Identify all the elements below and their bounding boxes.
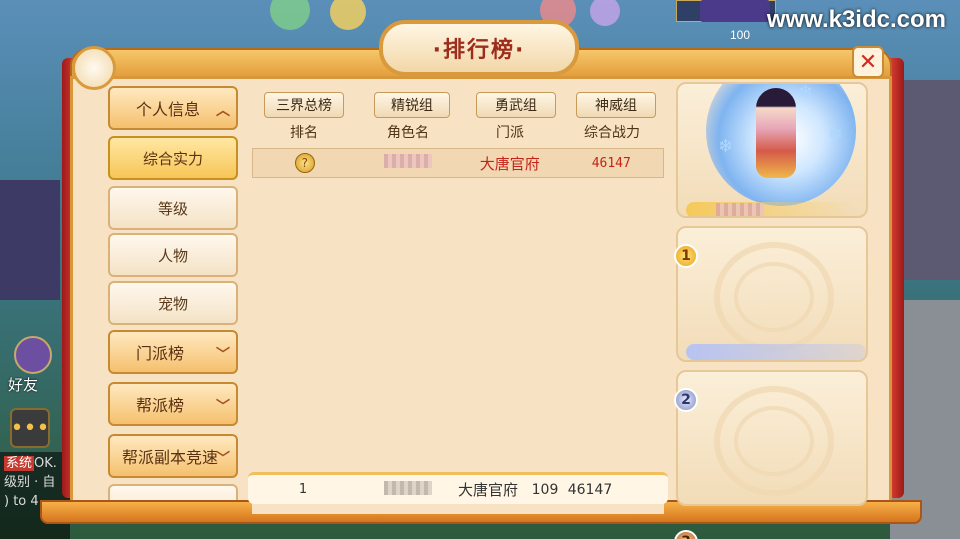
chevron-down-icon: ﹀: [216, 451, 230, 467]
sidebar-category-guild[interactable]: 帮派榜 ﹀: [108, 382, 238, 426]
sidebar-category-guild-raid[interactable]: 帮派副本竞速 ﹀: [108, 434, 238, 478]
unranked-medal-icon: ?: [294, 153, 315, 173]
column-header-sect: 门派: [496, 125, 524, 141]
sidebar-item-label: 门派榜: [136, 344, 185, 363]
my-sect: 大唐官府: [458, 481, 519, 499]
chevron-down-icon: ﹀: [216, 399, 230, 415]
sidebar-item-label: 帮派榜: [136, 396, 185, 415]
chevron-up-icon: ︿: [216, 103, 230, 119]
my-power: 46147: [567, 481, 613, 498]
close-button[interactable]: ✕: [852, 46, 884, 78]
snowflake-icon: ❄: [718, 136, 734, 157]
my-name-blurred: [384, 480, 432, 495]
sidebar-item-level[interactable]: 等级: [108, 186, 238, 230]
my-level: 109: [531, 481, 559, 498]
podium-name-band: [686, 344, 866, 360]
sidebar-item-label: 个人信息: [136, 100, 201, 119]
chat-system-tag: 系统: [4, 456, 35, 471]
ranking-table: 排名 角色名 门派 综合战力 ? 大唐官府 46147: [252, 120, 664, 514]
sidebar-category-personal[interactable]: 个人信息 ︿: [108, 86, 238, 130]
balloon-decoration: [270, 0, 310, 30]
column-header-name: 角色名: [387, 125, 429, 141]
rank-1-medal-icon: 1: [674, 244, 698, 268]
panel-title: ·排行榜·: [432, 38, 526, 63]
rank-2-medal-icon: 2: [674, 388, 698, 412]
player-name-blurred: [384, 154, 433, 168]
watermark: www.k3idc.com: [766, 6, 946, 33]
snowflake-icon: ❄: [798, 82, 814, 103]
tab-brave[interactable]: 勇武组: [476, 92, 556, 118]
hero-portrait-icon: [756, 88, 796, 178]
snowflake-icon: ❄: [828, 124, 844, 145]
my-rank-row: 1 大唐官府 109 46147: [248, 472, 668, 504]
sidebar-item-label: 人物: [157, 246, 188, 265]
column-header-rank: 排名: [290, 125, 318, 141]
sidebar-item-pet[interactable]: 宠物: [108, 281, 238, 325]
row-power: 46147: [591, 155, 631, 171]
sidebar-category-sect[interactable]: 门派榜 ﹀: [108, 330, 238, 374]
row-sect: 大唐官府: [479, 154, 540, 173]
podium-name-blurred: [716, 203, 764, 216]
sidebar-item-more[interactable]: [108, 484, 238, 500]
table-row[interactable]: ? 大唐官府 46147: [252, 148, 664, 178]
podium-slot-1[interactable]: ❄ ❄ ❄: [676, 82, 868, 218]
tab-elite[interactable]: 精锐组: [374, 92, 450, 118]
emblem-watermark-icon: [734, 406, 814, 476]
sidebar-item-character[interactable]: 人物: [108, 233, 238, 277]
chevron-down-icon: ﹀: [216, 347, 230, 363]
sidebar-item-label: 宠物: [157, 294, 188, 313]
category-sidebar[interactable]: 个人信息 ︿ 综合实力 等级 人物 宠物 门派榜 ﹀ 帮派榜 ﹀ 帮派副本竞速 …: [108, 84, 238, 500]
ranking-panel: ·排行榜· ✕ 个人信息 ︿ 综合实力 等级 人物 宠物 门派榜 ﹀ 帮派榜 ﹀…: [40, 20, 922, 539]
tab-all-realms[interactable]: 三界总榜: [264, 92, 344, 118]
sidebar-item-label: 等级: [157, 199, 188, 218]
close-x-icon: ✕: [858, 49, 878, 75]
title-plate: ·排行榜·: [379, 20, 579, 76]
column-header-power: 综合战力: [584, 125, 640, 141]
tab-divine[interactable]: 神威组: [576, 92, 656, 118]
table-header: 排名 角色名 门派 综合战力: [252, 120, 664, 146]
hud-value: 100: [730, 28, 751, 42]
balloon-decoration: [330, 0, 366, 30]
my-rank: 1: [298, 482, 308, 497]
sidebar-item-label: 综合实力: [142, 149, 203, 168]
hud-badge[interactable]: [700, 0, 770, 22]
podium-name-band: [686, 202, 856, 216]
podium-slot-3[interactable]: [676, 370, 868, 506]
group-tabs: 三界总榜 精锐组 勇武组 神威组: [264, 92, 664, 120]
sidebar-item-overall[interactable]: 综合实力: [108, 136, 238, 180]
top-three-podium: ❄ ❄ ❄ 1 2 3: [674, 82, 868, 539]
emblem-watermark-icon: [734, 262, 814, 332]
balloon-decoration: [590, 0, 620, 26]
podium-slot-2[interactable]: [676, 226, 868, 362]
sidebar-item-label: 帮派副本竞速: [122, 448, 219, 467]
